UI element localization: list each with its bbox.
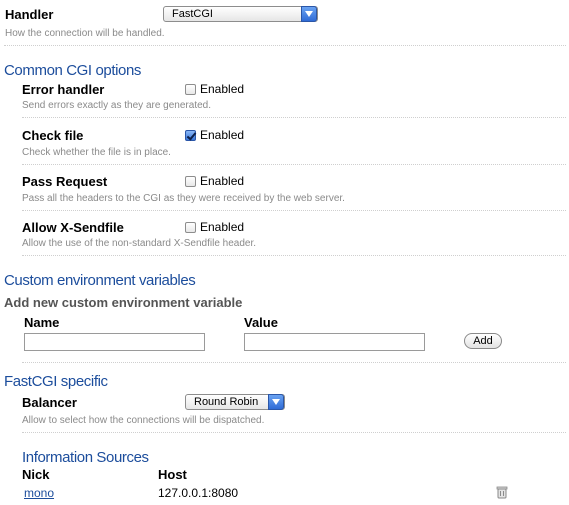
name-column-label: Name xyxy=(24,315,60,330)
allow-x-sendfile-label: Allow X-Sendfile xyxy=(22,220,124,235)
balancer-selected-value: Round Robin xyxy=(194,396,259,408)
checkbox-unchecked-icon[interactable] xyxy=(185,84,196,95)
delete-icon[interactable] xyxy=(495,485,509,499)
table-row: mono 127.0.0.1:8080 xyxy=(0,484,569,500)
pass-request-checkbox[interactable]: Enabled xyxy=(185,174,244,188)
check-file-label: Check file xyxy=(22,128,84,143)
error-handler-help: Send errors exactly as they are generate… xyxy=(22,100,211,111)
source-host: 127.0.0.1:8080 xyxy=(158,486,239,500)
section-title-custom-env: Custom environment variables xyxy=(4,272,196,289)
host-column-header: Host xyxy=(158,467,187,482)
section-title-fastcgi: FastCGI specific xyxy=(4,373,108,390)
divider xyxy=(4,45,566,46)
checkbox-label: Enabled xyxy=(200,82,245,96)
allow-x-sendfile-help: Allow the use of the non-standard X-Send… xyxy=(22,238,257,249)
checkbox-unchecked-icon[interactable] xyxy=(185,176,196,187)
divider xyxy=(22,164,566,165)
checkbox-checked-icon[interactable] xyxy=(185,130,196,141)
add-button[interactable]: Add xyxy=(464,333,502,349)
env-name-input[interactable] xyxy=(24,333,205,351)
section-title-common-cgi: Common CGI options xyxy=(4,62,142,79)
divider xyxy=(22,255,566,256)
section-title-info-sources: Information Sources xyxy=(22,449,149,466)
chevron-down-icon xyxy=(301,6,317,22)
handler-selected-value: FastCGI xyxy=(172,8,213,20)
pass-request-help: Pass all the headers to the CGI as they … xyxy=(22,193,345,204)
check-file-checkbox[interactable]: Enabled xyxy=(185,128,244,142)
handler-help: How the connection will be handled. xyxy=(5,28,165,39)
handler-select[interactable]: FastCGI xyxy=(163,6,318,22)
pass-request-label: Pass Request xyxy=(22,174,108,189)
balancer-help: Allow to select how the connections will… xyxy=(22,415,265,426)
balancer-label: Balancer xyxy=(22,395,77,410)
balancer-select[interactable]: Round Robin xyxy=(185,394,285,410)
checkbox-label: Enabled xyxy=(200,220,245,234)
source-nick-link[interactable]: mono xyxy=(24,486,54,500)
check-file-help: Check whether the file is in place. xyxy=(22,147,171,158)
handler-label: Handler xyxy=(5,7,54,22)
error-handler-checkbox[interactable]: Enabled xyxy=(185,82,244,96)
value-column-label: Value xyxy=(244,315,278,330)
divider xyxy=(22,432,566,433)
divider xyxy=(22,117,566,118)
allow-x-sendfile-checkbox[interactable]: Enabled xyxy=(185,220,244,234)
checkbox-label: Enabled xyxy=(200,174,245,188)
nick-column-header: Nick xyxy=(22,467,50,482)
checkbox-unchecked-icon[interactable] xyxy=(185,222,196,233)
error-handler-label: Error handler xyxy=(22,82,105,97)
chevron-down-icon xyxy=(268,394,284,410)
divider xyxy=(22,210,566,211)
env-value-input[interactable] xyxy=(244,333,425,351)
custom-env-subtitle: Add new custom environment variable xyxy=(4,295,243,310)
divider xyxy=(22,362,566,363)
checkbox-label: Enabled xyxy=(200,128,245,142)
